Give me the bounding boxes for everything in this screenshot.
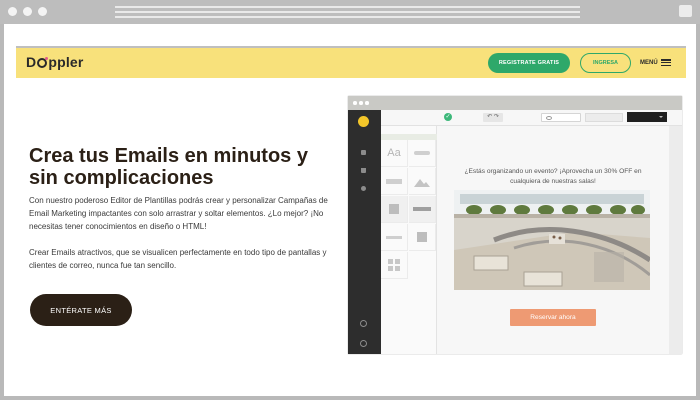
toolbar-dropdown[interactable]: [627, 112, 667, 122]
address-bar[interactable]: [115, 6, 580, 21]
email-promo-text[interactable]: ¿Estás organizando un evento? ¡Aprovecha…: [455, 167, 651, 187]
headline-line-1: Crea tus Emails en minutos y: [29, 145, 308, 167]
hero-paragraph-2: Crear Emails atractivos, que se visualic…: [29, 248, 327, 270]
settings-icon[interactable]: [361, 186, 366, 191]
grid-block[interactable]: [381, 252, 408, 279]
hero-paragraph-1: Con nuestro poderoso Editor de Plantilla…: [29, 196, 328, 231]
editor-mockup: ✓ ↶ ↷ Aa ¿Estás organizando un evento? ¡…: [348, 96, 682, 354]
close-window-button[interactable]: [8, 7, 17, 16]
maximize-window-button[interactable]: [38, 7, 47, 16]
grid-icon: [388, 259, 400, 271]
event-hall-photo[interactable]: [454, 190, 650, 290]
browser-menu-icon[interactable]: [679, 5, 692, 17]
image-block[interactable]: [409, 168, 436, 195]
text-image-block-icon: [386, 178, 402, 184]
web-page: Dppler REGISTRATE GRATIS INGRESA MENÚ Cr…: [4, 24, 696, 396]
eye-icon: [546, 116, 552, 120]
text-block[interactable]: Aa: [381, 140, 408, 167]
block-palette: Aa: [381, 126, 437, 354]
divider-block[interactable]: [409, 140, 436, 167]
menu-label: MENÚ: [640, 59, 658, 66]
enterate-mas-button[interactable]: ENTÉRATE MÁS: [30, 294, 132, 326]
editor-sidebar: [348, 110, 381, 354]
site-header: Dppler REGISTRATE GRATIS INGRESA MENÚ: [16, 46, 686, 78]
email-promo-line-1: ¿Estás organizando un evento? ¡Aprovecha…: [464, 168, 642, 175]
email-canvas[interactable]: ¿Estás organizando un evento? ¡Aprovecha…: [437, 126, 669, 354]
window-controls: [8, 7, 47, 16]
mockup-dot: [365, 101, 369, 105]
reservar-ahora-button[interactable]: Reservar ahora: [510, 309, 596, 326]
hamburger-icon: [660, 59, 671, 66]
canvas-scroll-area[interactable]: [669, 126, 682, 354]
image-text-block-icon: [389, 204, 399, 214]
mockup-dot: [353, 101, 357, 105]
divider-block-icon: [414, 151, 430, 155]
mockup-titlebar: [348, 96, 682, 110]
browser-toolbar: [0, 0, 700, 24]
text-block-label: Aa: [387, 147, 401, 159]
email-promo-line-2: cualquiera de nuestras salas!: [510, 178, 596, 185]
undo-redo-buttons[interactable]: ↶ ↷: [483, 113, 503, 122]
hero-headline: Crea tus Emails en minutos y sin complic…: [29, 145, 319, 189]
minimize-window-button[interactable]: [23, 7, 32, 16]
registrate-gratis-button[interactable]: REGISTRATE GRATIS: [488, 53, 570, 73]
menu-button[interactable]: MENÚ: [640, 59, 671, 66]
button-block[interactable]: [409, 196, 436, 223]
toolbar-field[interactable]: [585, 113, 623, 122]
editor-toolbar: ✓ ↶ ↷: [381, 110, 682, 126]
image-text-block[interactable]: [381, 196, 408, 223]
spacer-block-icon: [386, 235, 402, 239]
button-block-icon: [413, 207, 431, 211]
doppler-badge-icon: [358, 116, 369, 127]
spacer-block[interactable]: [381, 224, 408, 251]
hall-photo-illustration: [454, 190, 650, 290]
mockup-dot: [359, 101, 363, 105]
text-image-block[interactable]: [381, 168, 408, 195]
chevron-down-icon: [659, 116, 663, 118]
preview-button[interactable]: [541, 113, 581, 122]
doppler-logo[interactable]: Dppler: [26, 54, 84, 70]
search-icon[interactable]: [360, 320, 367, 327]
home-icon[interactable]: [361, 168, 366, 173]
ingresa-button[interactable]: INGRESA: [580, 53, 631, 73]
headline-line-2: sin complicaciones: [29, 167, 214, 189]
image-icon: [414, 178, 430, 187]
image-card-block-icon: [417, 232, 427, 242]
image-card-block[interactable]: [409, 224, 436, 251]
blocks-icon[interactable]: [361, 150, 366, 155]
check-icon[interactable]: ✓: [444, 113, 452, 121]
clock-icon[interactable]: [360, 340, 367, 347]
